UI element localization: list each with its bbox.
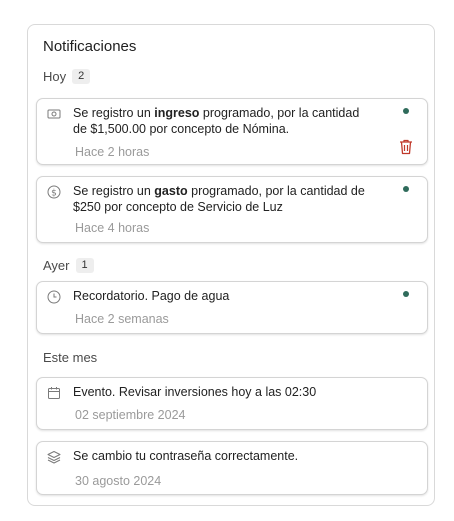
- unread-indicator: [403, 291, 409, 297]
- svg-text:$: $: [51, 189, 57, 199]
- money-icon: [47, 109, 61, 119]
- notification-time: 30 agosto 2024: [75, 474, 162, 488]
- notification-time: 02 septiembre 2024: [75, 408, 186, 422]
- unread-indicator: [403, 108, 409, 114]
- section-label: Hoy: [43, 69, 67, 84]
- count-badge: 1: [75, 258, 94, 273]
- notifications-panel: Notificaciones Hoy 2 Se registro un ingr…: [27, 24, 435, 506]
- notification-card[interactable]: Se cambio tu contraseña correctamente. 3…: [36, 441, 428, 495]
- dollar-circle-icon: $: [47, 185, 61, 199]
- section-this-month: Este mes: [43, 350, 97, 365]
- trash-icon[interactable]: [399, 139, 413, 155]
- notification-message: Se registro un ingreso programado, por l…: [73, 106, 360, 136]
- notification-time: Hace 2 semanas: [75, 312, 169, 326]
- section-today: Hoy 2: [43, 69, 91, 84]
- layers-icon: [47, 451, 61, 464]
- notification-card[interactable]: Recordatorio. Pago de agua Hace 2 semana…: [36, 281, 428, 334]
- notification-time: Hace 2 horas: [75, 145, 150, 159]
- notification-message: Recordatorio. Pago de agua: [73, 289, 230, 303]
- notification-message: Evento. Revisar inversiones hoy a las 02…: [73, 385, 317, 399]
- count-badge: 2: [72, 69, 91, 84]
- notification-card[interactable]: Evento. Revisar inversiones hoy a las 02…: [36, 377, 428, 430]
- section-yesterday: Ayer 1: [43, 258, 94, 273]
- notification-card[interactable]: Se registro un ingreso programado, por l…: [36, 98, 428, 165]
- section-label: Ayer: [43, 258, 70, 273]
- clock-icon: [47, 290, 61, 304]
- section-label: Este mes: [43, 350, 98, 365]
- panel-title: Notificaciones: [43, 38, 137, 55]
- calendar-icon: [48, 387, 60, 399]
- unread-indicator: [403, 186, 409, 192]
- notification-message: Se registro un gasto programado, por la …: [73, 184, 365, 214]
- notification-message: Se cambio tu contraseña correctamente.: [73, 449, 299, 463]
- notification-time: Hace 4 horas: [75, 221, 150, 235]
- notification-card[interactable]: $ Se registro un gasto programado, por l…: [36, 176, 428, 243]
